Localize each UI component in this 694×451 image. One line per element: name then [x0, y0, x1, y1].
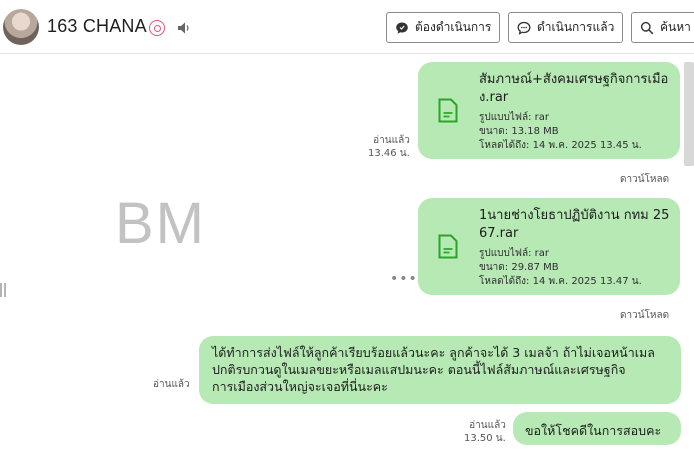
scrollbar[interactable]: [684, 62, 694, 166]
file-name: สัมภาษณ์+สังคมเศรษฐกิจการเมือง.rar: [479, 72, 669, 105]
chat-header: 163 CHANA ต้องดำเนินการ ดำเนินการแล้ว ค้…: [0, 0, 694, 54]
text-message[interactable]: ได้ทำการส่งไฟล์ให้ลูกค้าเรียบร้อยแล้วนะค…: [199, 336, 681, 404]
file-name: 1นายช่างโยธาปฏิบัติงาน กทม 2567.rar: [479, 208, 670, 241]
file-expiry: โหลดได้ถึง: 14 พ.ค. 2025 13.45 น.: [479, 140, 642, 151]
speaker-icon[interactable]: [177, 21, 191, 35]
pending-button[interactable]: ต้องดำเนินการ: [386, 12, 500, 43]
message-text: ได้ทำการส่งไฟล์ให้ลูกค้าเรียบร้อยแล้วนะค…: [212, 345, 655, 394]
search-button-label: ค้นหา: [660, 20, 691, 34]
avatar[interactable]: [3, 9, 39, 45]
more-options-icon[interactable]: •••: [390, 271, 418, 287]
message-text: ขอให้โชคดีในการสอบคะ: [525, 423, 662, 438]
search-button[interactable]: ค้นหา: [631, 12, 694, 43]
file-size: ขนาด: 13.18 MB: [479, 126, 559, 137]
file-message[interactable]: สัมภาษณ์+สังคมเศรษฐกิจการเมือง.rar รูปแบ…: [418, 62, 680, 159]
read-label: อ่านแล้ว: [153, 379, 190, 390]
file-expiry: โหลดได้ถึง: 14 พ.ค. 2025 13.47 น.: [479, 276, 642, 287]
pending-button-label: ต้องดำเนินการ: [415, 20, 492, 34]
done-button-label: ดำเนินการแล้ว: [537, 20, 615, 34]
watermark: BM: [115, 191, 206, 256]
message-time: 13.46 น.: [368, 148, 410, 159]
file-icon: [438, 234, 458, 259]
search-icon: [640, 21, 654, 34]
message-time: 13.50 น.: [464, 433, 506, 444]
download-link[interactable]: ดาวน์โหลด: [620, 172, 669, 187]
read-label: อ่านแล้ว: [373, 135, 410, 146]
file-size: ขนาด: 29.87 MB: [479, 262, 559, 273]
download-link[interactable]: ดาวน์โหลด: [620, 308, 669, 323]
chat-title: 163 CHANA: [47, 16, 147, 36]
chat-bubble-icon: [517, 21, 531, 35]
done-button[interactable]: ดำเนินการแล้ว: [508, 12, 623, 43]
file-message[interactable]: 1นายช่างโยธาปฏิบัติงาน กทม 2567.rar รูปแ…: [418, 198, 680, 295]
read-receipt: อ่านแล้ว: [153, 378, 190, 391]
read-receipt: อ่านแล้ว 13.50 น.: [464, 419, 506, 445]
text-message[interactable]: ขอให้โชคดีในการสอบคะ: [513, 412, 681, 445]
chat-bubble-icon: [396, 22, 408, 34]
file-icon: [438, 98, 458, 123]
file-format: รูปแบบไฟล์: rar: [479, 248, 549, 259]
file-format: รูปแบบไฟล์: rar: [479, 112, 549, 123]
read-label: อ่านแล้ว: [469, 420, 506, 431]
read-receipt: อ่านแล้ว 13.46 น.: [368, 134, 410, 160]
panel-resize-handle[interactable]: [0, 283, 6, 297]
status-icon: [149, 20, 165, 36]
